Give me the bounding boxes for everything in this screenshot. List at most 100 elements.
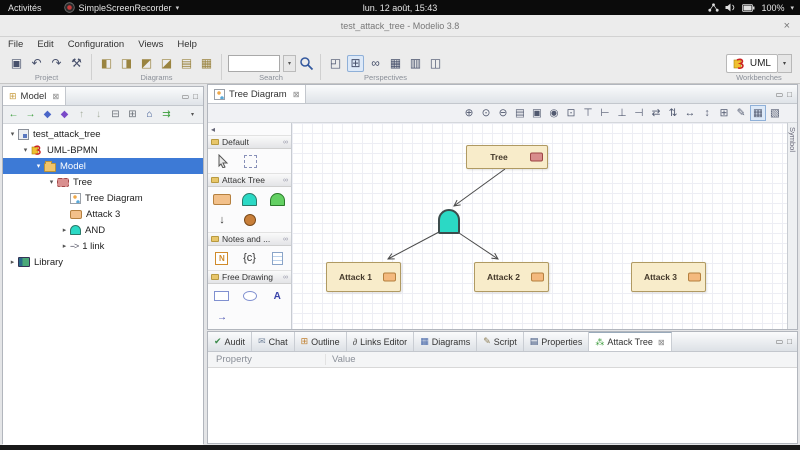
palette-section-notes[interactable]: Notes and ... ∞ [208,232,291,246]
create-class-diagram-button[interactable]: ◧ [98,55,115,72]
minimize-button[interactable]: ▭ [776,337,784,346]
tab-outline[interactable]: ⊞ Outline [295,332,347,351]
create-sequence-diagram-button[interactable]: ◩ [138,55,155,72]
create-activity-diagram-button[interactable]: ▤ [178,55,195,72]
expand-arrow-icon[interactable]: ▸ [7,258,18,266]
same-height-button[interactable]: ↕ [699,105,715,121]
select-tool[interactable] [210,152,234,170]
zoom-out-button[interactable]: ⊖ [495,105,511,121]
search-input[interactable] [228,55,280,72]
zoom-original-button[interactable]: ⊙ [478,105,494,121]
palette-section-attack-tree[interactable]: Attack Tree ∞ [208,173,291,187]
page-setup-button[interactable]: ▧ [767,105,783,121]
same-width-button[interactable]: ↔ [682,105,698,121]
node-and-gate[interactable] [438,209,460,234]
distribute-vertical-button[interactable]: ⇅ [665,105,681,121]
expand-arrow-icon[interactable]: ▸ [59,242,70,250]
tree-item-library[interactable]: ▸ Library [3,254,203,270]
workbench-selector[interactable]: UML [726,54,778,73]
maximize-button[interactable]: □ [787,90,792,99]
zoom-selection-button[interactable]: ⊡ [563,105,579,121]
tree-item-uml-bpmn[interactable]: ▾ UML-BPMN [3,142,203,158]
nav-forward-button[interactable]: → [23,107,38,122]
search-options-dropdown[interactable]: ▾ [283,55,296,72]
rectangle-tool[interactable] [210,287,234,305]
perspective-model-button[interactable]: ⊞ [347,55,364,72]
configure-button[interactable]: ⚒ [68,55,85,72]
palette-collapse-button[interactable]: ◂ [211,125,215,134]
document-tool[interactable] [265,249,289,267]
home-button[interactable]: ⌂ [142,107,157,122]
text-tool[interactable]: A [265,287,289,305]
palette-section-default[interactable]: Default ∞ [208,135,291,149]
system-status-area[interactable]: 100% ▾ [708,3,794,13]
node-tree[interactable]: Tree [466,145,548,169]
tab-script[interactable]: ✎ Script [477,332,524,351]
close-icon[interactable]: ⊠ [658,338,665,347]
node-attack1[interactable]: Attack 1 [326,262,401,292]
ellipse-tool[interactable] [238,287,262,305]
property-table-body[interactable] [208,368,797,443]
node-attack3[interactable]: Attack 3 [631,262,706,292]
system-clock[interactable]: lun. 12 août, 15:43 [363,3,438,13]
distribute-horizontal-button[interactable]: ⇄ [648,105,664,121]
tree-item-model[interactable]: ▾ Model [3,158,203,174]
move-up-button[interactable]: ↑ [74,107,89,122]
redo-button[interactable]: ↷ [48,55,65,72]
print-button[interactable]: ▤ [512,105,528,121]
pin-icon[interactable]: ∞ [283,139,288,146]
tree-item-tree-diagram[interactable]: Tree Diagram [3,190,203,206]
perspective-diagram-button[interactable]: ▦ [387,55,404,72]
tab-properties[interactable]: ▤ Properties [524,332,590,351]
zoom-in-button[interactable]: ⊕ [461,105,477,121]
minimize-button[interactable]: ▭ [776,90,784,99]
tree-item-project[interactable]: ▾ test_attack_tree [3,126,203,142]
align-bottom-button[interactable]: ⊥ [614,105,630,121]
minimize-button[interactable]: ▭ [182,92,190,101]
history-back-button[interactable]: ◆ [40,107,55,122]
or-gate-tool[interactable] [265,190,289,208]
menu-edit[interactable]: Edit [37,39,53,50]
expand-arrow-icon[interactable]: ▸ [59,226,70,234]
tab-tree-diagram[interactable]: Tree Diagram ⊠ [208,85,306,103]
constraint-tool[interactable]: {c} [238,249,262,267]
node-attack2[interactable]: Attack 2 [474,262,549,292]
save-button[interactable]: ▣ [8,55,25,72]
connector-tool[interactable]: ↓ [210,211,234,229]
line-tool[interactable]: → [210,308,234,326]
symbol-view-tab[interactable]: Symbol [787,123,797,329]
fit-to-content-button[interactable]: ⊞ [716,105,732,121]
column-value[interactable]: Value [326,354,356,365]
move-down-button[interactable]: ↓ [91,107,106,122]
tree-item-tree[interactable]: ▾ Tree [3,174,203,190]
toggle-grid-button[interactable]: ▦ [750,105,766,121]
expand-arrow-icon[interactable]: ▾ [20,146,31,154]
sync-tree-button[interactable]: ⇉ [159,107,174,122]
collapse-all-button[interactable]: ⊟ [108,107,123,122]
tab-links-editor[interactable]: ∂ Links Editor [347,332,414,351]
perspective-welcome-button[interactable]: ◰ [327,55,344,72]
tab-diagrams[interactable]: ▦ Diagrams [414,332,477,351]
expand-arrow-icon[interactable]: ▾ [33,162,44,170]
close-icon[interactable]: ⊠ [293,90,300,99]
align-right-button[interactable]: ⊣ [631,105,647,121]
perspective-links-button[interactable]: ∞ [367,55,384,72]
pin-icon[interactable]: ∞ [283,177,288,184]
nav-back-button[interactable]: ← [6,107,21,122]
menu-views[interactable]: Views [138,39,163,50]
note-tool[interactable]: N [210,249,234,267]
menu-configuration[interactable]: Configuration [68,39,125,50]
style-editor-button[interactable]: ✎ [733,105,749,121]
save-image-button[interactable]: ▣ [529,105,545,121]
pin-icon[interactable]: ∞ [283,274,288,281]
snapshot-button[interactable]: ◉ [546,105,562,121]
activities-button[interactable]: Activités [8,3,42,13]
tree-item-and[interactable]: ▸ AND [3,222,203,238]
countermeasure-tool[interactable] [238,211,262,229]
app-indicator[interactable]: SimpleScreenRecorder ▾ [64,2,180,13]
maximize-button[interactable]: □ [193,92,198,101]
create-deployment-diagram-button[interactable]: ◪ [158,55,175,72]
perspective-matrix-button[interactable]: ▥ [407,55,424,72]
window-close-button[interactable]: × [784,20,790,32]
link-with-editor-button[interactable]: ⊞ [125,107,140,122]
